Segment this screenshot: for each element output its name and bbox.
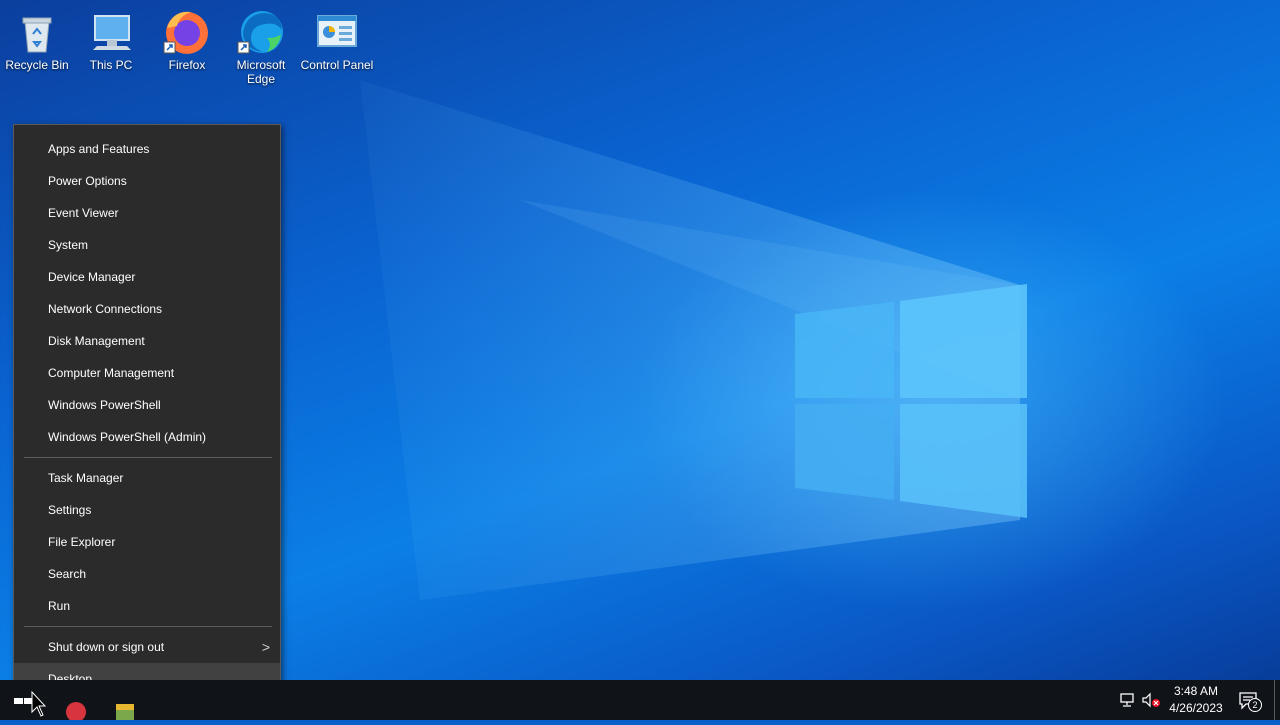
- menu-item-run[interactable]: Run: [14, 590, 280, 622]
- menu-item-settings[interactable]: Settings: [14, 494, 280, 526]
- taskbar-app-icon[interactable]: [64, 692, 88, 722]
- desktop-icon-firefox[interactable]: Firefox: [150, 0, 224, 72]
- this-pc-icon: [87, 8, 135, 56]
- desktop-icon-recycle-bin[interactable]: Recycle Bin: [0, 0, 74, 72]
- menu-item-event-viewer[interactable]: Event Viewer: [14, 197, 280, 229]
- desktop-icon-label: Control Panel: [300, 58, 374, 72]
- menu-item-shut-down-or-sign-out[interactable]: Shut down or sign out >: [14, 631, 280, 663]
- power-user-menu: Apps and Features Power Options Event Vi…: [13, 124, 281, 703]
- notification-count-badge: 2: [1248, 698, 1262, 712]
- desktop-icon-this-pc[interactable]: This PC: [74, 0, 148, 72]
- menu-item-file-explorer[interactable]: File Explorer: [14, 526, 280, 558]
- edge-icon: [237, 8, 285, 56]
- desktop-icon-label: Firefox: [168, 58, 206, 72]
- menu-item-task-manager[interactable]: Task Manager: [14, 462, 280, 494]
- folder-icon: [116, 704, 134, 720]
- network-icon: [1120, 693, 1134, 707]
- recycle-bin-icon: [13, 8, 61, 56]
- taskbar-clock[interactable]: 3:48 AM 4/26/2023: [1160, 683, 1232, 717]
- menu-separator: [24, 457, 272, 458]
- volume-tray-button[interactable]: [1141, 680, 1161, 720]
- taskbar-file-explorer[interactable]: [114, 698, 136, 720]
- clock-date: 4/26/2023: [1169, 701, 1223, 715]
- menu-item-disk-management[interactable]: Disk Management: [14, 325, 280, 357]
- desktop-icon-label: Recycle Bin: [5, 58, 69, 72]
- windows-logo-wallpaper: [795, 284, 1027, 518]
- menu-item-system[interactable]: System: [14, 229, 280, 261]
- desktop-icon-edge[interactable]: Microsoft Edge: [224, 0, 298, 86]
- red-app-icon: [66, 702, 86, 722]
- action-center-button[interactable]: 2: [1236, 680, 1262, 720]
- show-desktop-button[interactable]: [1274, 680, 1280, 720]
- menu-item-power-options[interactable]: Power Options: [14, 165, 280, 197]
- menu-item-device-manager[interactable]: Device Manager: [14, 261, 280, 293]
- menu-item-network-connections[interactable]: Network Connections: [14, 293, 280, 325]
- desktop-icon-label: This PC: [89, 58, 133, 72]
- mouse-cursor-icon: [31, 690, 46, 717]
- menu-item-windows-powershell[interactable]: Windows PowerShell: [14, 389, 280, 421]
- desktop-icon-label: Microsoft Edge: [236, 58, 286, 86]
- clock-time: 3:48 AM: [1173, 684, 1219, 698]
- network-tray-button[interactable]: [1118, 680, 1136, 720]
- menu-item-label: Shut down or sign out: [48, 640, 165, 654]
- chevron-right-icon: >: [261, 639, 270, 655]
- volume-muted-icon: [1142, 692, 1160, 708]
- taskbar: 3:48 AM 4/26/2023 2: [0, 680, 1280, 722]
- menu-item-windows-powershell-admin[interactable]: Windows PowerShell (Admin): [14, 421, 280, 453]
- menu-item-apps-and-features[interactable]: Apps and Features: [14, 133, 280, 165]
- desktop-icon-control-panel[interactable]: Control Panel: [300, 0, 374, 72]
- menu-separator: [24, 626, 272, 627]
- menu-item-search[interactable]: Search: [14, 558, 280, 590]
- control-panel-icon: [313, 8, 361, 56]
- firefox-icon: [163, 8, 211, 56]
- menu-item-computer-management[interactable]: Computer Management: [14, 357, 280, 389]
